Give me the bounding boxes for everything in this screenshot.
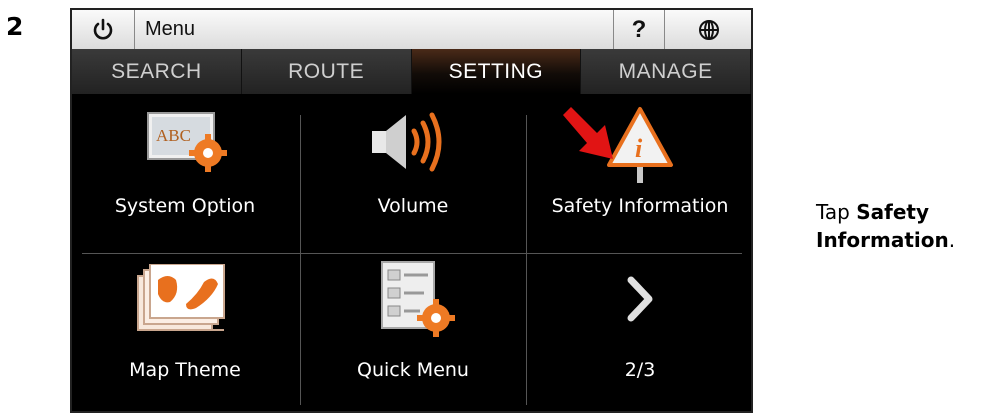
svg-text:ABC: ABC bbox=[156, 126, 191, 145]
tab-setting[interactable]: SETTING bbox=[411, 49, 582, 94]
tab-manage[interactable]: MANAGE bbox=[581, 49, 751, 94]
instruction-text: Tap Safety Information. bbox=[816, 198, 1001, 254]
step-number: 2 bbox=[6, 12, 24, 41]
globe-icon bbox=[699, 19, 719, 40]
map-theme-label: Map Theme bbox=[129, 359, 241, 381]
globe-button[interactable] bbox=[665, 10, 751, 49]
tab-route[interactable]: ROUTE bbox=[241, 49, 412, 94]
menu-title: Menu bbox=[135, 10, 614, 49]
instruction-suffix: . bbox=[948, 228, 956, 252]
chevron-right-icon bbox=[627, 276, 653, 322]
power-button[interactable] bbox=[72, 10, 135, 49]
tab-search[interactable]: SEARCH bbox=[72, 49, 242, 94]
volume-label: Volume bbox=[377, 195, 449, 217]
quick-menu-label: Quick Menu bbox=[357, 359, 469, 381]
top-bar: Menu ? bbox=[72, 10, 751, 50]
volume-button[interactable]: Volume bbox=[300, 95, 526, 253]
settings-grid: ABC System Option Volume i Safety Inform… bbox=[72, 95, 751, 411]
instruction-prefix: Tap bbox=[816, 200, 857, 224]
safety-information-button[interactable]: i Safety Information bbox=[527, 95, 751, 253]
quick-menu-button[interactable]: Quick Menu bbox=[300, 254, 526, 411]
safety-information-label: Safety Information bbox=[551, 195, 729, 217]
volume-icon bbox=[372, 112, 442, 172]
navigation-screen: Menu ? SEARCH ROUTE SETTING MANAGE ABC S… bbox=[70, 8, 753, 413]
page-indicator: 2/3 bbox=[624, 359, 656, 381]
map-theme-icon bbox=[137, 264, 225, 331]
quick-menu-icon bbox=[381, 261, 455, 337]
system-option-button[interactable]: ABC System Option bbox=[72, 95, 298, 253]
power-icon bbox=[93, 18, 113, 39]
tab-bar: SEARCH ROUTE SETTING MANAGE bbox=[72, 49, 751, 94]
system-option-label: System Option bbox=[114, 195, 256, 217]
help-button[interactable]: ? bbox=[614, 10, 665, 49]
system-option-icon: ABC bbox=[147, 112, 227, 172]
next-page-button[interactable]: 2/3 bbox=[527, 254, 751, 411]
red-pointer-arrow-icon bbox=[563, 107, 613, 159]
map-theme-button[interactable]: Map Theme bbox=[72, 254, 298, 411]
svg-text:i: i bbox=[635, 134, 643, 163]
